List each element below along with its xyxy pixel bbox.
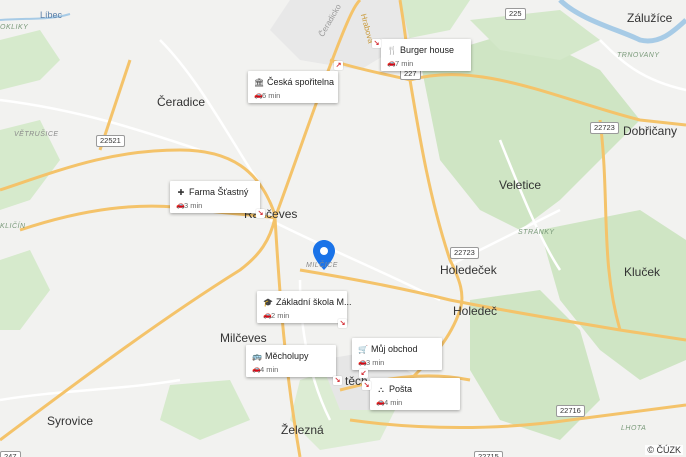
forest-area bbox=[0, 30, 60, 90]
town-label: Kluček bbox=[624, 265, 661, 279]
bank-icon: 🏛 bbox=[254, 78, 265, 87]
road-number-shield: 22723 bbox=[590, 122, 619, 134]
poi-card-zakladni-skola[interactable]: 🎓 Základní škola M... 🚗 2 min bbox=[257, 291, 352, 323]
town-label: Syrovice bbox=[47, 414, 94, 428]
town-label: Záluží​ce bbox=[627, 11, 673, 25]
town-label: Líbec bbox=[40, 10, 63, 20]
road-number-shield: 22715 bbox=[474, 451, 503, 457]
road-number-shield: 247 bbox=[0, 451, 21, 457]
village-label: MILČICE bbox=[306, 262, 338, 269]
poi-name: Základní škola M... bbox=[276, 297, 352, 307]
poi-travel-time: 3 min bbox=[366, 358, 385, 367]
map-view[interactable]: Záluží​ce Čeradice Dobřičany Veletice Ra… bbox=[0, 0, 686, 457]
town-label: Holedeč bbox=[453, 304, 498, 318]
road-number-shield: 22716 bbox=[556, 405, 585, 417]
poi-travel-time: 4 min bbox=[260, 365, 279, 374]
road-number-shield: 22521 bbox=[96, 135, 125, 147]
poi-name: Můj obchod bbox=[371, 344, 418, 354]
direction-arrow-icon: ↘ bbox=[333, 376, 342, 385]
region-label: OKLIKY bbox=[0, 24, 29, 31]
poi-name: Pošta bbox=[389, 384, 413, 394]
school-icon: 🎓 bbox=[263, 298, 273, 307]
forest-area bbox=[0, 250, 50, 330]
region-label: TRNOVANY bbox=[617, 52, 660, 59]
poi-card-posta[interactable]: ⛬ Pošta 🚗 4 min bbox=[370, 378, 460, 410]
poi-name: Měcholupy bbox=[265, 351, 309, 361]
direction-arrow-icon: ↘ bbox=[362, 381, 371, 390]
town-label: Milčeves bbox=[220, 331, 267, 345]
poi-travel-time: 7 min bbox=[395, 59, 414, 68]
bus-icon: 🚌 bbox=[252, 352, 262, 361]
map-copyright: © ČÚZK bbox=[645, 445, 683, 455]
poi-name: Burger house bbox=[400, 45, 455, 55]
poi-card-burger-house[interactable]: 🍴 Burger house 🚗 7 min bbox=[381, 39, 471, 71]
poi-travel-time: 6 min bbox=[262, 91, 281, 100]
region-label: STRÁNKY bbox=[518, 229, 555, 236]
poi-card-mecholupy[interactable]: 🚌 Měcholupy 🚗 4 min bbox=[246, 345, 336, 377]
town-label: Holedeček bbox=[440, 263, 497, 277]
town-label: Železná bbox=[281, 423, 324, 437]
poi-card-muj-obchod[interactable]: 🛒 Můj obchod 🚗 3 min bbox=[352, 338, 442, 370]
direction-arrow-icon: ↗ bbox=[334, 61, 343, 70]
restaurant-icon: 🍴 bbox=[387, 46, 397, 55]
shopping-cart-icon: 🛒 bbox=[358, 345, 368, 354]
region-label: KLIČÍN bbox=[0, 223, 26, 230]
poi-travel-time: 3 min bbox=[184, 201, 203, 210]
poi-card-farma-stastny[interactable]: ✚ Farma Šťastný 🚗 3 min bbox=[170, 181, 260, 213]
poi-card-ceska-sporitelna[interactable]: 🏛 Česká spořitelna 🚗 6 min bbox=[248, 71, 338, 103]
direction-arrow-icon: ↘ bbox=[372, 39, 381, 48]
poi-travel-time: 4 min bbox=[384, 398, 403, 407]
region-label: VĚTRUŠICE bbox=[14, 131, 59, 138]
road-number-shield: 225 bbox=[505, 8, 526, 20]
road-number-shield: 22723 bbox=[450, 247, 479, 259]
region-label: LHOTA bbox=[621, 425, 647, 432]
poi-travel-time: 2 min bbox=[271, 311, 290, 320]
map-base bbox=[0, 0, 686, 457]
direction-arrow-icon: ↘ bbox=[338, 319, 347, 328]
direction-arrow-icon: ↙ bbox=[359, 369, 368, 378]
forest-area bbox=[160, 380, 250, 440]
town-label: Dobřičany bbox=[623, 124, 678, 138]
post-office-icon: ⛬ bbox=[378, 385, 384, 394]
direction-arrow-icon: ↘ bbox=[256, 209, 265, 218]
poi-name: Farma Šťastný bbox=[189, 187, 249, 197]
town-label: Veletice bbox=[499, 178, 542, 192]
poi-name: Česká spořitelna bbox=[267, 77, 335, 87]
town-label: Čeradice bbox=[157, 95, 206, 109]
hospital-icon: ✚ bbox=[177, 188, 185, 197]
